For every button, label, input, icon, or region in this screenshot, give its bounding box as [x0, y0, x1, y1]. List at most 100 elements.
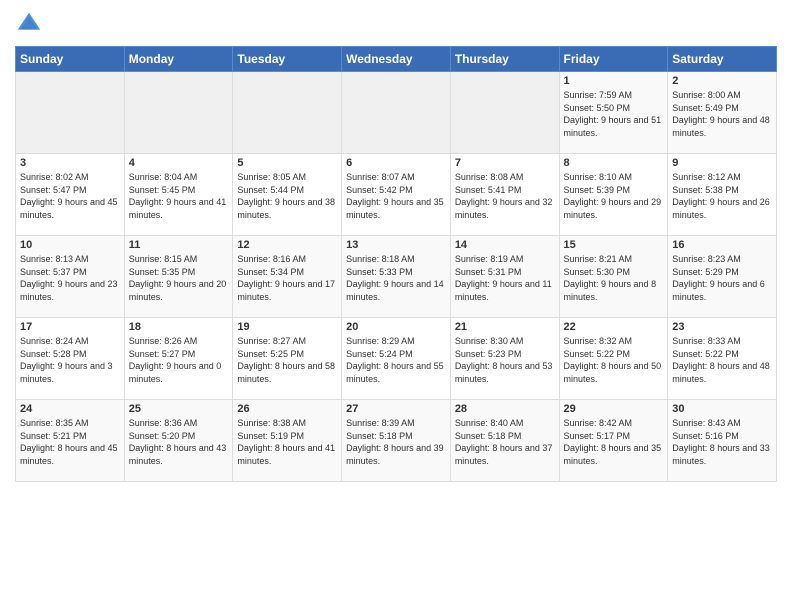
day-number: 17	[20, 321, 120, 333]
day-number: 21	[455, 321, 555, 333]
day-number: 28	[455, 403, 555, 415]
day-info: Sunrise: 8:21 AM Sunset: 5:30 PM Dayligh…	[564, 253, 664, 303]
day-number: 27	[346, 403, 446, 415]
calendar-cell: 21 Sunrise: 8:30 AM Sunset: 5:23 PM Dayli…	[450, 318, 559, 400]
calendar-cell: 16 Sunrise: 8:23 AM Sunset: 5:29 PM Dayli…	[668, 236, 777, 318]
col-header-thursday: Thursday	[450, 47, 559, 72]
col-header-sunday: Sunday	[16, 47, 125, 72]
day-number: 23	[672, 321, 772, 333]
day-number: 7	[455, 157, 555, 169]
day-info: Sunrise: 8:15 AM Sunset: 5:35 PM Dayligh…	[129, 253, 229, 303]
week-row-4: 17 Sunrise: 8:24 AM Sunset: 5:28 PM Dayli…	[16, 318, 777, 400]
page-container: SundayMondayTuesdayWednesdayThursdayFrid…	[0, 0, 792, 492]
calendar-cell: 29 Sunrise: 8:42 AM Sunset: 5:17 PM Dayli…	[559, 400, 668, 482]
calendar-cell: 17 Sunrise: 8:24 AM Sunset: 5:28 PM Dayli…	[16, 318, 125, 400]
calendar-cell: 25Sunrise: 8:36 AM Sunset: 5:20 PM Dayli…	[124, 400, 233, 482]
day-info: Sunrise: 8:08 AM Sunset: 5:41 PM Dayligh…	[455, 171, 555, 221]
day-number: 20	[346, 321, 446, 333]
calendar-cell: 30Sunrise: 8:43 AM Sunset: 5:16 PM Dayli…	[668, 400, 777, 482]
day-info: Sunrise: 8:04 AM Sunset: 5:45 PM Dayligh…	[129, 171, 229, 221]
logo-icon	[15, 10, 43, 38]
day-info: Sunrise: 8:33 AM Sunset: 5:22 PM Dayligh…	[672, 335, 772, 385]
day-number: 3	[20, 157, 120, 169]
calendar-cell: 1 Sunrise: 7:59 AM Sunset: 5:50 PM Daylig…	[559, 72, 668, 154]
calendar-cell: 22 Sunrise: 8:32 AM Sunset: 5:22 PM Dayli…	[559, 318, 668, 400]
day-number: 18	[129, 321, 229, 333]
day-info: Sunrise: 8:16 AM Sunset: 5:34 PM Dayligh…	[237, 253, 337, 303]
day-number: 22	[564, 321, 664, 333]
calendar-cell: 14 Sunrise: 8:19 AM Sunset: 5:31 PM Dayli…	[450, 236, 559, 318]
day-number: 19	[237, 321, 337, 333]
day-info: Sunrise: 8:26 AM Sunset: 5:27 PM Dayligh…	[129, 335, 229, 385]
calendar-cell: 12Sunrise: 8:16 AM Sunset: 5:34 PM Dayli…	[233, 236, 342, 318]
day-info: Sunrise: 8:24 AM Sunset: 5:28 PM Dayligh…	[20, 335, 120, 385]
day-number: 2	[672, 75, 772, 87]
day-number: 30	[672, 403, 772, 415]
day-info: Sunrise: 8:23 AM Sunset: 5:29 PM Dayligh…	[672, 253, 772, 303]
calendar-cell: 27 Sunrise: 8:39 AM Sunset: 5:18 PM Dayli…	[342, 400, 451, 482]
day-number: 6	[346, 157, 446, 169]
day-info: Sunrise: 8:05 AM Sunset: 5:44 PM Dayligh…	[237, 171, 337, 221]
day-info: Sunrise: 8:40 AM Sunset: 5:18 PM Dayligh…	[455, 417, 555, 467]
calendar-cell: 5 Sunrise: 8:05 AM Sunset: 5:44 PM Daylig…	[233, 154, 342, 236]
day-number: 14	[455, 239, 555, 251]
calendar-cell	[342, 72, 451, 154]
day-number: 10	[20, 239, 120, 251]
col-header-friday: Friday	[559, 47, 668, 72]
day-info: Sunrise: 7:59 AM Sunset: 5:50 PM Dayligh…	[564, 89, 664, 139]
calendar-cell: 15 Sunrise: 8:21 AM Sunset: 5:30 PM Dayli…	[559, 236, 668, 318]
calendar-cell: 3 Sunrise: 8:02 AM Sunset: 5:47 PM Daylig…	[16, 154, 125, 236]
calendar-cell: 19 Sunrise: 8:27 AM Sunset: 5:25 PM Dayli…	[233, 318, 342, 400]
calendar-cell: 9 Sunrise: 8:12 AM Sunset: 5:38 PM Daylig…	[668, 154, 777, 236]
calendar-cell	[16, 72, 125, 154]
calendar-cell: 11 Sunrise: 8:15 AM Sunset: 5:35 PM Dayli…	[124, 236, 233, 318]
day-number: 24	[20, 403, 120, 415]
week-row-2: 3 Sunrise: 8:02 AM Sunset: 5:47 PM Daylig…	[16, 154, 777, 236]
day-number: 9	[672, 157, 772, 169]
calendar-cell: 26 Sunrise: 8:38 AM Sunset: 5:19 PM Dayli…	[233, 400, 342, 482]
day-info: Sunrise: 8:27 AM Sunset: 5:25 PM Dayligh…	[237, 335, 337, 385]
day-info: Sunrise: 8:29 AM Sunset: 5:24 PM Dayligh…	[346, 335, 446, 385]
col-header-monday: Monday	[124, 47, 233, 72]
day-number: 8	[564, 157, 664, 169]
day-info: Sunrise: 8:30 AM Sunset: 5:23 PM Dayligh…	[455, 335, 555, 385]
calendar-cell: 2 Sunrise: 8:00 AM Sunset: 5:49 PM Daylig…	[668, 72, 777, 154]
calendar-cell: 24Sunrise: 8:35 AM Sunset: 5:21 PM Dayli…	[16, 400, 125, 482]
calendar-cell: 20 Sunrise: 8:29 AM Sunset: 5:24 PM Dayli…	[342, 318, 451, 400]
day-info: Sunrise: 8:38 AM Sunset: 5:19 PM Dayligh…	[237, 417, 337, 467]
day-info: Sunrise: 8:39 AM Sunset: 5:18 PM Dayligh…	[346, 417, 446, 467]
col-header-wednesday: Wednesday	[342, 47, 451, 72]
day-info: Sunrise: 8:19 AM Sunset: 5:31 PM Dayligh…	[455, 253, 555, 303]
day-info: Sunrise: 8:12 AM Sunset: 5:38 PM Dayligh…	[672, 171, 772, 221]
day-number: 5	[237, 157, 337, 169]
calendar-cell: 13Sunrise: 8:18 AM Sunset: 5:33 PM Dayli…	[342, 236, 451, 318]
header-row: SundayMondayTuesdayWednesdayThursdayFrid…	[16, 47, 777, 72]
logo	[15, 10, 47, 38]
day-info: Sunrise: 8:00 AM Sunset: 5:49 PM Dayligh…	[672, 89, 772, 139]
day-number: 11	[129, 239, 229, 251]
calendar-cell: 10 Sunrise: 8:13 AM Sunset: 5:37 PM Dayli…	[16, 236, 125, 318]
calendar-table: SundayMondayTuesdayWednesdayThursdayFrid…	[15, 46, 777, 482]
calendar-cell: 4 Sunrise: 8:04 AM Sunset: 5:45 PM Daylig…	[124, 154, 233, 236]
day-number: 26	[237, 403, 337, 415]
day-number: 29	[564, 403, 664, 415]
day-info: Sunrise: 8:13 AM Sunset: 5:37 PM Dayligh…	[20, 253, 120, 303]
day-number: 16	[672, 239, 772, 251]
week-row-5: 24Sunrise: 8:35 AM Sunset: 5:21 PM Dayli…	[16, 400, 777, 482]
day-number: 15	[564, 239, 664, 251]
calendar-cell: 8 Sunrise: 8:10 AM Sunset: 5:39 PM Daylig…	[559, 154, 668, 236]
day-info: Sunrise: 8:42 AM Sunset: 5:17 PM Dayligh…	[564, 417, 664, 467]
day-info: Sunrise: 8:32 AM Sunset: 5:22 PM Dayligh…	[564, 335, 664, 385]
day-number: 13	[346, 239, 446, 251]
calendar-cell	[233, 72, 342, 154]
day-info: Sunrise: 8:36 AM Sunset: 5:20 PM Dayligh…	[129, 417, 229, 467]
calendar-cell	[124, 72, 233, 154]
calendar-cell: 23 Sunrise: 8:33 AM Sunset: 5:22 PM Dayli…	[668, 318, 777, 400]
day-number: 4	[129, 157, 229, 169]
week-row-1: 1 Sunrise: 7:59 AM Sunset: 5:50 PM Daylig…	[16, 72, 777, 154]
day-info: Sunrise: 8:02 AM Sunset: 5:47 PM Dayligh…	[20, 171, 120, 221]
day-number: 1	[564, 75, 664, 87]
day-info: Sunrise: 8:10 AM Sunset: 5:39 PM Dayligh…	[564, 171, 664, 221]
col-header-tuesday: Tuesday	[233, 47, 342, 72]
calendar-cell	[450, 72, 559, 154]
